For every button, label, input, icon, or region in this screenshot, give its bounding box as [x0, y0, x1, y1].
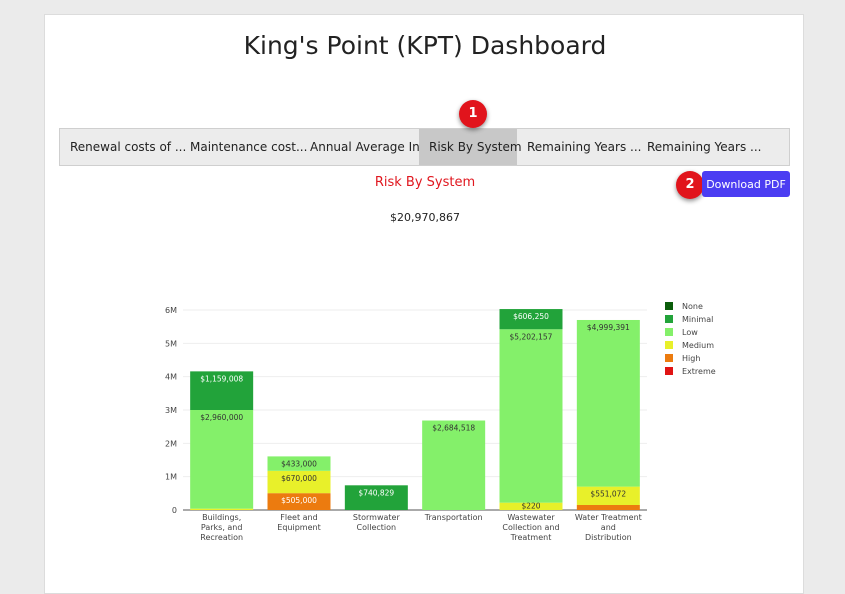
- y-tick-label: 4M: [165, 373, 177, 382]
- x-tick-label: Collection: [357, 523, 397, 532]
- x-tick-label: Water Treatment: [575, 513, 642, 522]
- legend-swatch: [665, 315, 673, 323]
- bar-data-label: $2,960,000: [200, 413, 243, 422]
- x-tick-label: Transportation: [424, 513, 483, 522]
- legend-label: Extreme: [682, 367, 716, 376]
- legend-label: High: [682, 354, 700, 363]
- x-tick-label: Distribution: [585, 533, 632, 542]
- y-tick-label: 0: [172, 506, 177, 515]
- x-tick-label: Stormwater: [353, 513, 401, 522]
- legend-swatch: [665, 354, 673, 362]
- legend-label: Low: [682, 328, 698, 337]
- bar-data-label: $606,250: [513, 312, 549, 321]
- bar-data-label: $1,159,008: [200, 374, 243, 383]
- bar-segment-low: [422, 420, 486, 510]
- x-tick-label: Buildings,: [202, 513, 241, 522]
- bar-data-label: $740,829: [358, 488, 394, 497]
- y-tick-label: 2M: [165, 439, 177, 448]
- bar-segment-low: [190, 410, 254, 509]
- dashboard-card: King's Point (KPT) Dashboard Renewal cos…: [44, 14, 804, 594]
- y-tick-label: 3M: [165, 406, 177, 415]
- legend-label: Medium: [682, 341, 714, 350]
- bar-data-label: $4,999,391: [587, 323, 630, 332]
- bar-data-label: $505,000: [281, 496, 317, 505]
- bar-segment-low: [576, 319, 640, 487]
- y-tick-label: 5M: [165, 339, 177, 348]
- bar-data-label: $5,202,157: [510, 332, 553, 341]
- legend-swatch: [665, 367, 673, 375]
- legend-swatch: [665, 341, 673, 349]
- x-tick-label: Recreation: [200, 533, 243, 542]
- x-tick-label: Equipment: [277, 523, 320, 532]
- x-tick-label: Treatment: [510, 533, 552, 542]
- bar-segment-low: [499, 329, 563, 503]
- legend-swatch: [665, 328, 673, 336]
- y-tick-label: 6M: [165, 306, 177, 315]
- y-tick-label: 1M: [165, 473, 177, 482]
- bar-data-label: $2,684,518: [432, 424, 475, 433]
- legend-swatch: [665, 302, 673, 310]
- bar-data-label: $670,000: [281, 474, 317, 483]
- legend-label: Minimal: [682, 315, 713, 324]
- bar-data-label: $551,072: [590, 490, 626, 499]
- risk-by-system-chart: 0 1M 2M 3M 4M 5M 6M $2,960,000 $1,159,008 Buildin…: [165, 302, 716, 542]
- bar-data-label: $433,000: [281, 459, 317, 468]
- legend-label: None: [682, 302, 703, 311]
- x-tick-label: Parks, and: [201, 523, 243, 532]
- bar-data-label: $220: [521, 502, 540, 511]
- x-tick-label: Collection and: [502, 523, 559, 532]
- x-tick-label: Wastewater: [507, 513, 555, 522]
- bar-segment-medium: [190, 508, 254, 510]
- x-tick-label: Fleet and: [280, 513, 317, 522]
- bar-segment-high: [576, 505, 640, 510]
- x-tick-label: and: [601, 523, 616, 532]
